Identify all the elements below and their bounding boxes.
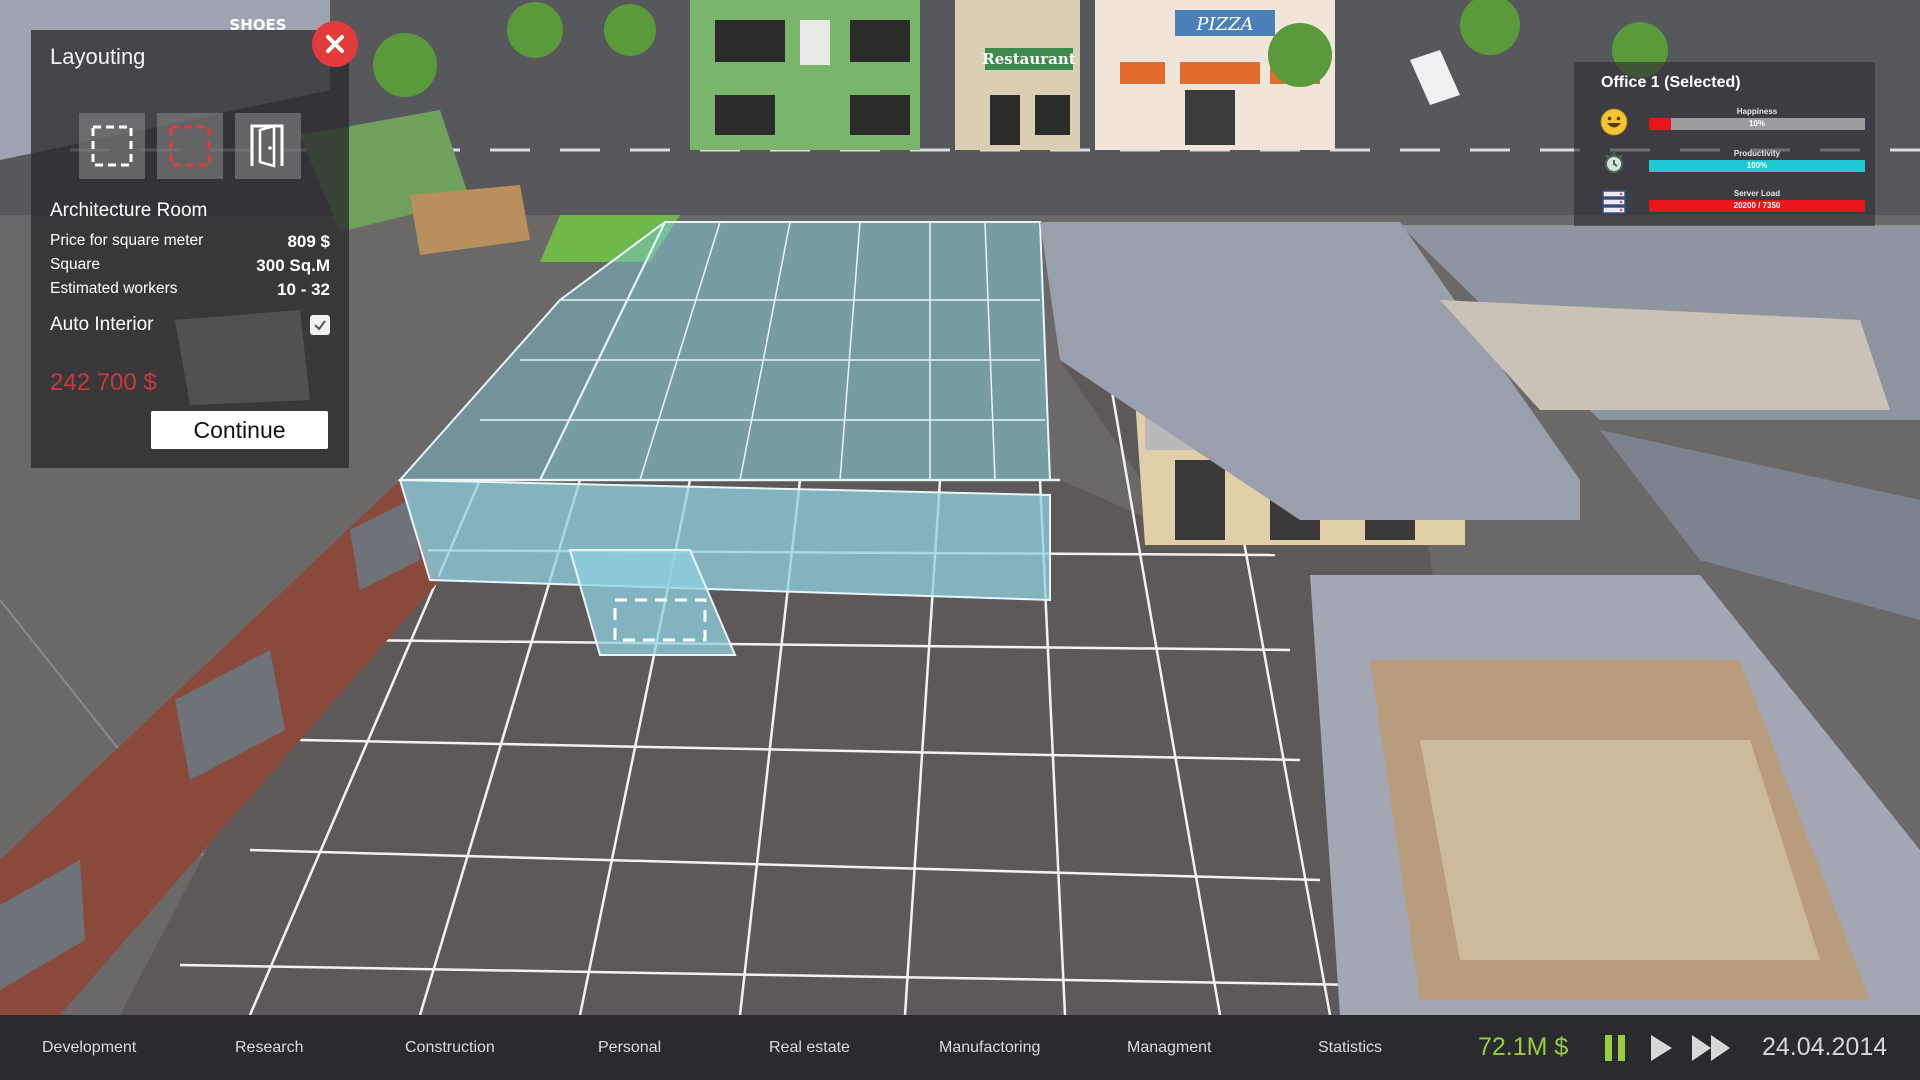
- square-row: Square 300 Sq.M: [50, 256, 330, 276]
- estimated-workers-label: Estimated workers: [50, 280, 178, 297]
- square-label: Square: [50, 256, 100, 273]
- server-load-label: Server Load: [1733, 189, 1781, 198]
- menu-construction[interactable]: Construction: [405, 1015, 495, 1080]
- panel-title: Layouting: [50, 44, 146, 69]
- menu-personal[interactable]: Personal: [598, 1015, 661, 1080]
- menu-development[interactable]: Development: [42, 1015, 136, 1080]
- price-per-sqm-row: Price for square meter 809 $: [50, 232, 330, 252]
- door-icon: [250, 124, 284, 168]
- checkmark-icon: [314, 320, 326, 331]
- server-load-value: 20200 / 7350: [1733, 201, 1781, 210]
- estimated-workers-value: 10 - 32: [277, 280, 330, 299]
- office-stats-panel[interactable]: Office 1 (Selected) Happiness 10% Produc…: [1574, 62, 1875, 226]
- happiness-bar: 10%: [1649, 118, 1865, 130]
- pause-icon: [1605, 1035, 1625, 1061]
- menu-managment[interactable]: Managment: [1127, 1015, 1212, 1080]
- restaurant-sign: Restaurant: [982, 50, 1076, 68]
- layout-tools: [79, 113, 301, 179]
- play-button[interactable]: [1648, 1033, 1674, 1068]
- price-per-sqm-value: 809 $: [287, 232, 330, 251]
- money-balance: 72.1M $: [1478, 1033, 1569, 1061]
- close-icon: [326, 35, 344, 53]
- fast-forward-icon: [1692, 1035, 1730, 1061]
- room-type-name: Architecture Room: [50, 200, 208, 221]
- door-tool-button[interactable]: [235, 113, 301, 179]
- pizza-sign: PIZZA: [1195, 14, 1253, 35]
- server-load-bar: 20200 / 7350: [1649, 200, 1865, 212]
- happiness-label: Happiness: [1736, 107, 1778, 116]
- select-area-tool-button[interactable]: [79, 113, 145, 179]
- green-building: [690, 0, 920, 150]
- restaurant-building: Restaurant: [955, 0, 1080, 150]
- happiness-stat: Happiness 10%: [1649, 107, 1865, 130]
- auto-interior-checkbox[interactable]: [310, 315, 330, 335]
- game-date: 24.04.2014: [1762, 1033, 1888, 1061]
- remove-area-tool-button[interactable]: [157, 113, 223, 179]
- pause-button[interactable]: [1603, 1033, 1627, 1068]
- productivity-stat: Productivity 100%: [1649, 149, 1865, 172]
- total-price: 242 700 $: [50, 369, 157, 396]
- productivity-value: 100%: [1746, 161, 1768, 170]
- productivity-bar: 100%: [1649, 160, 1865, 172]
- happiness-value: 10%: [1748, 119, 1765, 128]
- office-title: Office 1 (Selected): [1601, 74, 1741, 91]
- auto-interior-label: Auto Interior: [50, 314, 154, 335]
- continue-button[interactable]: Continue: [151, 411, 328, 449]
- menu-real-estate[interactable]: Real estate: [769, 1015, 850, 1080]
- estimated-workers-row: Estimated workers 10 - 32: [50, 280, 330, 300]
- auto-interior-row: Auto Interior: [50, 314, 330, 336]
- productivity-icon: [1605, 152, 1623, 173]
- layouting-panel: Layouting Architecture Room Price for sq…: [31, 21, 358, 468]
- menu-manufactoring[interactable]: Manufactoring: [939, 1015, 1040, 1080]
- close-button[interactable]: [312, 21, 358, 67]
- menu-research[interactable]: Research: [235, 1015, 303, 1080]
- bottom-menu-bar: Development Research Construction Person…: [0, 1015, 1920, 1080]
- menu-statistics[interactable]: Statistics: [1318, 1015, 1382, 1080]
- productivity-label: Productivity: [1733, 149, 1781, 158]
- server-icon: [1602, 190, 1626, 214]
- remove-area-icon: [169, 125, 211, 167]
- square-value: 300 Sq.M: [256, 256, 330, 275]
- smiley-icon: [1600, 108, 1628, 136]
- fast-forward-button[interactable]: [1690, 1033, 1732, 1068]
- play-icon: [1651, 1035, 1672, 1061]
- server-load-stat: Server Load 20200 / 7350: [1649, 189, 1865, 212]
- select-area-icon: [91, 125, 133, 167]
- price-per-sqm-label: Price for square meter: [50, 232, 204, 249]
